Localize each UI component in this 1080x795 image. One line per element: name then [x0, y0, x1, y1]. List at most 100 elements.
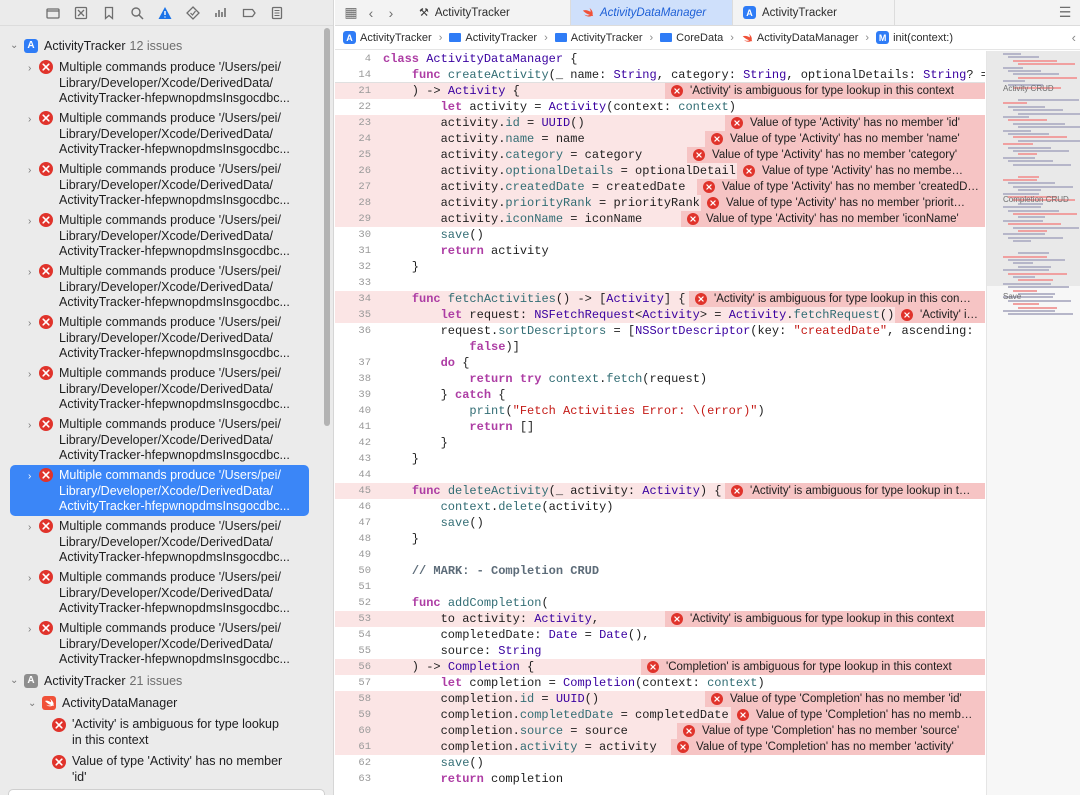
code-line[interactable]: 49 [335, 547, 985, 563]
code-line[interactable]: 50 // MARK: - Completion CRUD [335, 563, 985, 579]
error-annotation[interactable]: Value of type 'Activity' has no member '… [701, 195, 985, 211]
related-items-icon[interactable]: ‹ [1072, 30, 1076, 45]
issue-navigator-icon[interactable] [156, 4, 174, 22]
code-line-error[interactable]: 25 activity.category = category Value of … [335, 147, 985, 163]
error-annotation[interactable]: Value of type 'Completion' has no member… [677, 723, 985, 739]
issue-row[interactable]: › Multiple commands produce '/Users/pei/L… [0, 261, 319, 312]
code-line[interactable]: 31 return activity [335, 243, 985, 259]
code-line-error[interactable]: 59 completion.completedDate = completedD… [335, 707, 985, 723]
chevron-right-icon[interactable]: › [28, 163, 31, 179]
issue-row[interactable]: › Multiple commands produce '/Users/pei/L… [0, 210, 319, 261]
code-line[interactable]: 33 [335, 275, 985, 291]
breadcrumb-item[interactable]: ActivityTracker › [449, 32, 550, 44]
chevron-right-icon[interactable]: › [28, 112, 31, 128]
code-line[interactable]: 41 return [] [335, 419, 985, 435]
breadcrumb-item[interactable]: ActivityTracker › [554, 32, 656, 44]
code-line[interactable]: 42 } [335, 435, 985, 451]
code-line[interactable]: 32 } [335, 259, 985, 275]
code-area[interactable]: 4 class ActivityDataManager {14 func crea… [335, 51, 985, 795]
error-annotation[interactable]: Value of type 'Completion' has no member… [671, 739, 985, 755]
source-control-icon[interactable] [72, 4, 90, 22]
issue-row[interactable]: › Multiple commands produce '/Users/pei/L… [0, 159, 319, 210]
code-line[interactable]: 22 let activity = Activity(context: cont… [335, 99, 985, 115]
editor-tab[interactable]: ⚒ ActivityTracker [409, 0, 571, 25]
chevron-right-icon[interactable]: › [28, 265, 31, 281]
code-line[interactable]: 62 save() [335, 755, 985, 771]
error-annotation[interactable]: Value of type 'Activity' has no member '… [725, 115, 985, 131]
error-annotation[interactable]: Value of type 'Completion' has no member… [705, 691, 985, 707]
code-line[interactable]: 55 source: String [335, 643, 985, 659]
chevron-right-icon[interactable]: › [28, 622, 31, 638]
chevron-right-icon[interactable]: › [28, 367, 31, 383]
code-line[interactable]: 36 request.sortDescriptors = [NSSortDesc… [335, 323, 985, 339]
code-line[interactable]: 37 do { [335, 355, 985, 371]
chevron-right-icon[interactable]: › [28, 418, 31, 434]
code-line-error[interactable]: 28 activity.priorityRank = priorityRank V… [335, 195, 985, 211]
code-line[interactable]: 30 save() [335, 227, 985, 243]
code-line-error[interactable]: 56 ) -> Completion {'Completion' is ambi… [335, 659, 985, 675]
error-annotation[interactable]: Value of type 'Activity' has no member '… [681, 211, 985, 227]
code-line-error[interactable]: 26 activity.optionalDetails = optionalDe… [335, 163, 985, 179]
find-icon[interactable] [128, 4, 146, 22]
chevron-right-icon[interactable]: › [28, 469, 31, 485]
error-annotation[interactable]: 'Activity' i… [895, 307, 985, 323]
chevron-down-icon[interactable]: ⌄ [28, 698, 40, 709]
issue-row[interactable]: › Multiple commands produce '/Users/pei/L… [0, 108, 319, 159]
chevron-down-icon[interactable]: ⌄ [10, 40, 22, 51]
file-group-activitydatamanager[interactable]: ⌄ ActivityDataManager [0, 692, 319, 714]
minimap[interactable]: Activity CRUD Completion CRUD Save [986, 51, 1080, 795]
code-line[interactable]: 44 [335, 467, 985, 483]
breadcrumb-item[interactable]: CoreData › [660, 32, 737, 44]
code-line[interactable]: 57 let completion = Completion(context: … [335, 675, 985, 691]
chevron-right-icon[interactable]: › [28, 61, 31, 77]
code-line[interactable]: 48 } [335, 531, 985, 547]
issue-row[interactable]: › Multiple commands produce '/Users/pei/L… [0, 618, 319, 669]
issue-row[interactable]: › Multiple commands produce '/Users/pei/L… [0, 567, 319, 618]
code-line[interactable]: 38 return try context.fetch(request) [335, 371, 985, 387]
code-line-error[interactable]: 24 activity.name = name Value of type 'Ac… [335, 131, 985, 147]
report-navigator-icon[interactable] [268, 4, 286, 22]
issue-row[interactable]: › Multiple commands produce '/Users/pei/L… [0, 312, 319, 363]
grid-icon[interactable]: ▦ [341, 0, 361, 25]
code-line[interactable]: 40 print("Fetch Activities Error: \(erro… [335, 403, 985, 419]
error-annotation[interactable]: 'Activity' is ambiguous for type lookup … [665, 83, 985, 99]
code-line-error[interactable]: 45 func deleteActivity(_ activity: Activ… [335, 483, 985, 499]
code-line[interactable]: 46 context.delete(activity) [335, 499, 985, 515]
project-group-activitytracker[interactable]: ⌄ A ActivityTracker 12 issues [0, 34, 319, 57]
chevron-right-icon[interactable]: › [28, 214, 31, 230]
issue-row[interactable]: › Multiple commands produce '/Users/pei/L… [0, 57, 319, 108]
back-icon[interactable]: ‹ [361, 0, 381, 25]
code-line[interactable]: false)] [335, 339, 985, 355]
editor-options-icon[interactable]: ☰ [1050, 0, 1080, 25]
code-line-error[interactable]: 60 completion.source = source Value of ty… [335, 723, 985, 739]
issue-row[interactable]: › Multiple commands produce '/Users/pei/L… [0, 516, 319, 567]
bookmark-icon[interactable] [100, 4, 118, 22]
code-line[interactable]: 52 func addCompletion( [335, 595, 985, 611]
code-line-error[interactable]: 61 completion.activity = activity Value o… [335, 739, 985, 755]
code-line-error[interactable]: 35 let request: NSFetchRequest<Activity>… [335, 307, 985, 323]
error-annotation[interactable]: 'Activity' is ambiguous for type lookup … [689, 291, 985, 307]
code-line[interactable]: 51 [335, 579, 985, 595]
error-annotation[interactable]: 'Activity' is ambiguous for type lookup … [725, 483, 985, 499]
code-line[interactable]: 14 func createActivity(_ name: String, c… [335, 67, 985, 83]
breadcrumb-item[interactable]: Minit(context:) [876, 31, 953, 44]
error-annotation[interactable]: 'Activity' is ambiguous for type lookup … [665, 611, 985, 627]
editor-tab[interactable]: A ActivityTracker [733, 0, 895, 25]
breadcrumb-item[interactable]: A ActivityTracker › [343, 31, 445, 44]
code-line[interactable]: 47 save() [335, 515, 985, 531]
issue-row[interactable]: › Multiple commands produce '/Users/pei/L… [10, 465, 309, 516]
code-line-error[interactable]: 34 func fetchActivities() -> [Activity] … [335, 291, 985, 307]
code-line[interactable]: 43 } [335, 451, 985, 467]
code-line[interactable]: 63 return completion [335, 771, 985, 787]
chevron-right-icon[interactable]: › [28, 316, 31, 332]
editor-tab[interactable]: ActivityDataManager [571, 0, 733, 25]
code-line-error[interactable]: 53 to activity: Activity, 'Activity' is a… [335, 611, 985, 627]
issue-row[interactable]: › Multiple commands produce '/Users/pei/L… [0, 363, 319, 414]
chevron-down-icon[interactable]: ⌄ [10, 675, 22, 686]
navigator-scrollbar[interactable] [324, 28, 330, 426]
chevron-right-icon[interactable]: › [28, 571, 31, 587]
error-annotation[interactable]: 'Completion' is ambiguous for type looku… [641, 659, 985, 675]
error-annotation[interactable]: Value of type 'Activity' has no member '… [697, 179, 985, 195]
breadcrumb-item[interactable]: ActivityDataManager › [741, 32, 872, 44]
code-line-error[interactable]: 21 ) -> Activity {'Activity' is ambiguou… [335, 83, 985, 99]
